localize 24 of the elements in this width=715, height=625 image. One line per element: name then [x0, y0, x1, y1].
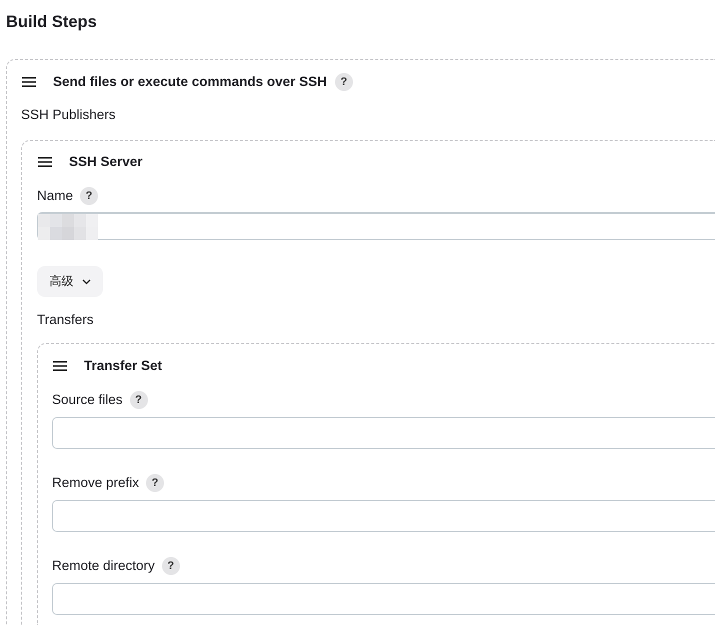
hamburger-icon[interactable]: [38, 157, 52, 167]
help-button[interactable]: ?: [146, 474, 164, 492]
help-button[interactable]: ?: [80, 187, 98, 205]
help-button[interactable]: ?: [130, 391, 148, 409]
hamburger-icon[interactable]: [22, 77, 36, 87]
field-label: Name: [37, 187, 74, 205]
text-field[interactable]: [52, 417, 715, 449]
section-heading: Build Steps: [6, 12, 98, 32]
help-button[interactable]: ?: [162, 557, 180, 575]
panel-title: Transfer Set: [84, 357, 162, 375]
help-button[interactable]: ?: [334, 73, 353, 91]
step-title: Send files or execute commands over SSH: [53, 73, 327, 91]
panel-title: SSH Server: [69, 153, 143, 171]
section-label: SSH Publishers: [21, 106, 116, 124]
chevron-down-icon: [82, 278, 90, 284]
text-field[interactable]: [52, 500, 715, 532]
section-label: Transfers: [37, 311, 94, 329]
text-field[interactable]: [37, 212, 715, 240]
advanced-button[interactable]: 高级: [37, 266, 103, 297]
field-label: Source files: [52, 391, 123, 409]
field-label: Remote directory: [52, 557, 155, 575]
field-label: Remove prefix: [52, 474, 140, 492]
text-field[interactable]: [52, 583, 715, 615]
hamburger-icon[interactable]: [53, 361, 67, 371]
